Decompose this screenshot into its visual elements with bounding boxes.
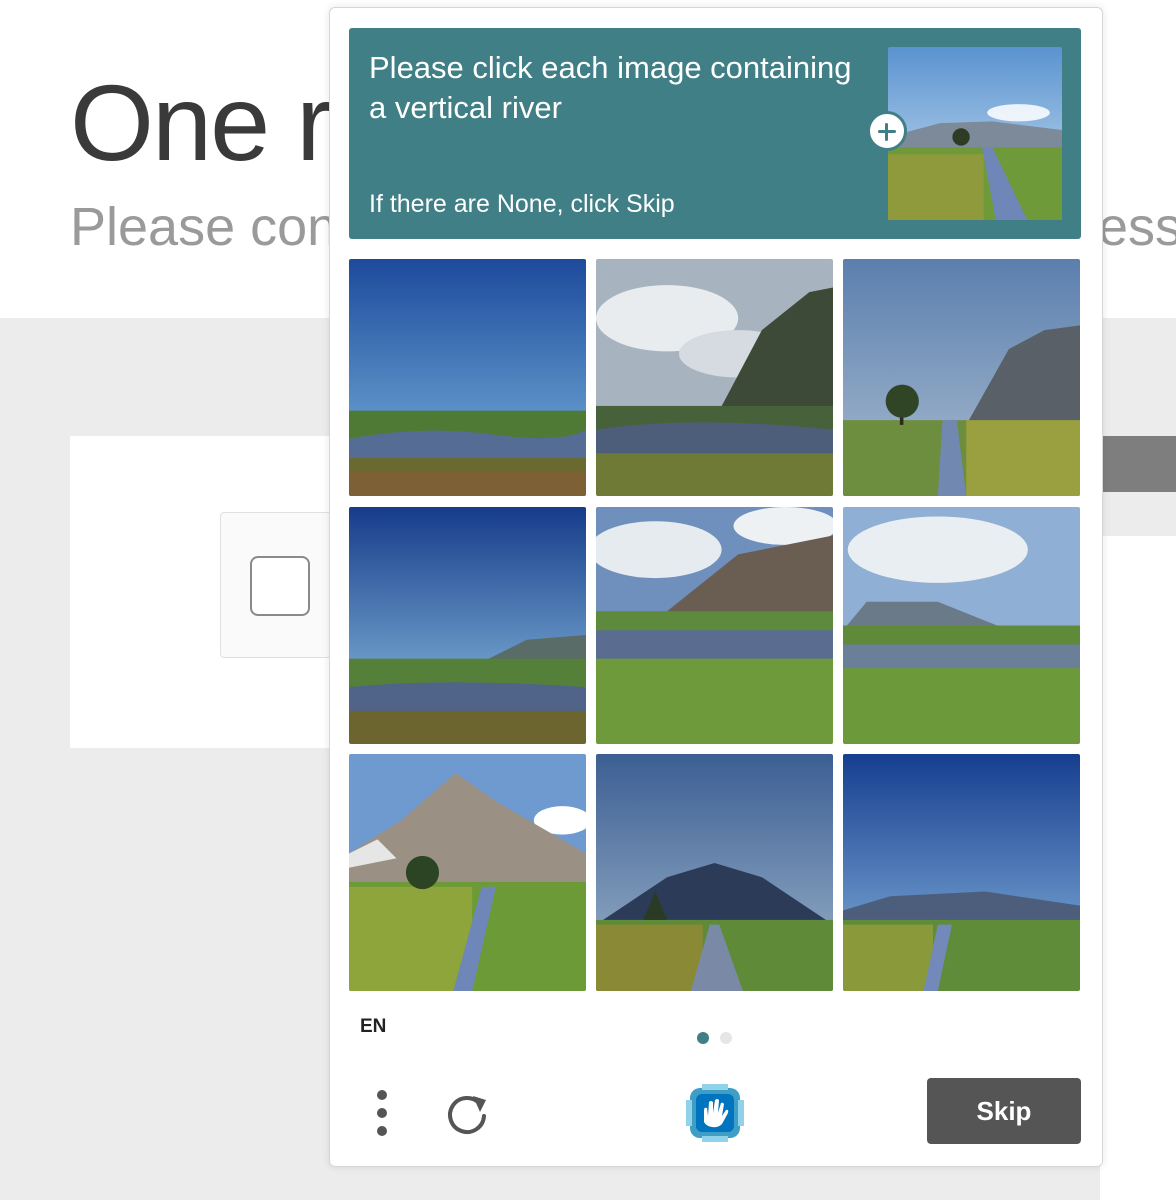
plus-icon[interactable]: [867, 111, 907, 151]
challenge-tile-6[interactable]: [843, 507, 1080, 744]
skip-button[interactable]: Skip: [927, 1078, 1081, 1144]
challenge-tile-9[interactable]: [843, 754, 1080, 991]
challenge-hint: If there are None, click Skip: [369, 190, 675, 218]
challenge-tile-3[interactable]: [843, 259, 1080, 496]
challenge-tile-7[interactable]: [349, 754, 586, 991]
captcha-checkbox[interactable]: [250, 556, 310, 616]
challenge-prompt: Please click each image containing a ver…: [369, 50, 852, 125]
pagination-dot-active: [697, 1032, 709, 1044]
page-title: One r: [70, 62, 332, 183]
challenge-tile-1[interactable]: [349, 259, 586, 496]
pagination-dot: [720, 1032, 732, 1044]
language-selector[interactable]: EN: [360, 1016, 386, 1038]
more-vertical-icon[interactable]: [368, 1088, 396, 1140]
challenge-tile-5[interactable]: [596, 507, 833, 744]
challenge-header: Please click each image containing a ver…: [349, 28, 1081, 239]
hcaptcha-logo-icon: [682, 1080, 748, 1146]
loading-indicator: [1098, 436, 1176, 910]
challenge-tile-8[interactable]: [596, 754, 833, 991]
captcha-challenge-dialog: Please click each image containing a ver…: [329, 7, 1103, 1167]
challenge-tile-2[interactable]: [596, 259, 833, 496]
challenge-tile-4[interactable]: [349, 507, 586, 744]
page-subtitle: Please con: [70, 197, 338, 257]
page-subtitle-end: ess: [1098, 197, 1176, 257]
loading-dot: [1132, 892, 1150, 910]
right-panel: [1100, 536, 1176, 1200]
refresh-icon[interactable]: [442, 1088, 492, 1138]
loading-dot: [1104, 892, 1122, 910]
example-image[interactable]: [888, 47, 1062, 220]
